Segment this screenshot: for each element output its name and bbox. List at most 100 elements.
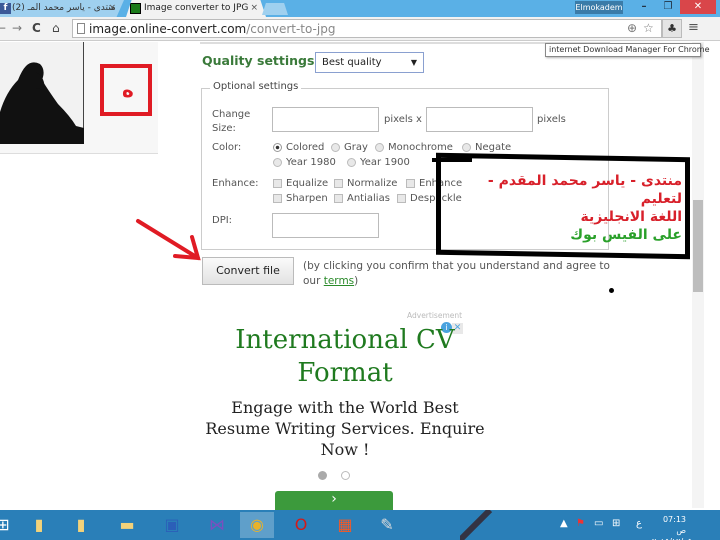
tab-close-icon[interactable]: × [250,0,258,17]
enhance-option-antialias[interactable]: Antialias [334,193,390,204]
windows-logo-icon[interactable]: ⊞ [612,518,620,529]
annotation-digit: ه [122,78,134,102]
title-bar: f منتدى - ياسر محمد المـ (2) × Image con… [0,0,720,17]
library-icon[interactable]: ▬ [110,512,144,538]
overlay-line-2: اللغة الانجليزية [580,209,683,225]
new-tab-button[interactable] [262,3,288,15]
checkbox[interactable] [406,179,415,188]
language-indicator[interactable]: ع [636,518,642,529]
enhance-option-normalize[interactable]: Normalize [334,178,397,189]
checkbox[interactable] [273,179,282,188]
quality-select[interactable]: Best quality ▼ [315,52,424,73]
checkbox[interactable] [334,194,343,203]
tab-image-converter[interactable]: Image converter to JPG × [126,0,266,17]
color-option-negate[interactable]: Negate [462,142,511,153]
color-label: Color: [212,142,242,153]
zoom-icon[interactable]: ⊕ [627,21,637,35]
page-icon [77,23,85,34]
tab-title: منتدى - ياسر محمد المـ (2) [12,3,116,13]
annotation-stroke-taskbar [460,510,493,540]
opera-icon[interactable]: O [284,512,318,538]
address-bar[interactable]: image.online-convert.com/convert-to-jpg … [72,19,662,38]
carousel-dot[interactable] [341,471,350,480]
tab-facebook-forum[interactable]: f منتدى - ياسر محمد المـ (2) × [0,0,124,17]
page-scrollbar[interactable] [692,42,704,508]
start-icon[interactable]: ⊞ [0,512,20,538]
color-option-gray[interactable]: Gray [331,142,368,153]
online-convert-icon [130,3,141,14]
radio[interactable] [273,158,282,167]
color-option-year-1980[interactable]: Year 1980 [273,157,336,168]
network-icon[interactable]: ▭ [594,518,603,529]
bookmark-star-icon[interactable]: ☆ [643,21,654,35]
facebook-icon: f [0,3,11,14]
screen: f منتدى - ياسر محمد المـ (2) × Image con… [0,0,720,540]
enhance-option-sharpen[interactable]: Sharpen [273,193,328,204]
advertisement-label: Advertisement [407,311,463,320]
clock-time: 07:13 ص [662,515,686,535]
scrollbar-thumb[interactable] [693,200,703,292]
image-preview-area: ه [0,42,158,154]
forward-icon[interactable]: → [12,21,22,35]
tray-chevron-icon[interactable]: ▲ [560,518,568,529]
idm-extension-icon[interactable]: ♣ [662,19,682,38]
back-icon[interactable]: ← [0,21,6,35]
color-option-colored[interactable]: Colored [273,142,324,153]
chrome-menu-icon[interactable]: ≡ [688,20,699,35]
chrome-icon[interactable]: ◉ [240,512,274,538]
carousel-dot-active[interactable] [318,471,327,480]
checkbox[interactable] [397,194,406,203]
radio[interactable] [331,143,340,152]
clock-date: ٢٠١٥/١٢/٠٥ [652,536,692,540]
enhance-label: Enhance: [212,178,259,189]
close-window-button[interactable]: ✕ [680,0,716,14]
enhance-option-equalize[interactable]: Equalize [273,178,328,189]
red-arrow-icon [136,219,201,261]
ad-body[interactable]: Engage with the World Best Resume Writin… [200,397,490,460]
convert-file-button[interactable]: Convert file [202,257,294,285]
arabic-overlay-text: منتدى - ياسر محمد المقدم - لتعليم اللغة … [450,172,682,244]
pixels-x-label: pixels x [384,114,422,125]
url-text[interactable]: image.online-convert.com/convert-to-jpg [89,21,335,37]
annotation-stroke [432,158,472,162]
width-input[interactable] [272,107,379,132]
chevron-down-icon: ▼ [410,58,417,67]
optional-settings-legend: Optional settings [210,81,302,92]
radio[interactable] [462,143,471,152]
minimize-button[interactable]: – [632,0,656,14]
action-center-flag-icon[interactable]: ⚑ [576,518,585,529]
color-option-monochrome[interactable]: Monochrome [375,142,453,153]
change-size-label: Change Size: [212,109,251,134]
radio-checked[interactable] [273,143,282,152]
checkbox[interactable] [273,194,282,203]
reload-icon[interactable]: C [32,21,41,35]
terms-link[interactable]: terms [324,275,354,287]
overlay-line-1: منتدى - ياسر محمد المقدم - لتعليم [487,173,682,207]
quality-select-value: Best quality [322,57,382,68]
file-explorer-icon[interactable]: ▮ [22,512,56,538]
file-explorer-icon-2[interactable]: ▮ [64,512,98,538]
computer-icon[interactable]: ▣ [155,512,189,538]
height-input[interactable] [426,107,533,132]
red-annotation-box: ه [100,64,152,116]
radio[interactable] [347,158,356,167]
home-icon[interactable]: ⌂ [52,21,60,35]
dpi-input[interactable] [272,213,379,238]
color-option-year-1900[interactable]: Year 1900 [347,157,410,168]
tab-title: Image converter to JPG [144,3,249,13]
windows-taskbar: ⊞ ▮ ▮ ▬ ▣ ⋈ ◉ O ▦ ✎ ▲ ⚑ ▭ ⊞ ع 07:13 ص ٢٠… [0,510,720,540]
paint-icon[interactable]: ✎ [370,512,404,538]
tab-close-icon[interactable]: × [108,0,116,17]
annotation-dot [609,288,614,293]
browser-toolbar: ← → C ⌂ image.online-convert.com/convert… [0,17,720,41]
maximize-button[interactable]: ❐ [656,0,680,14]
user-profile-badge[interactable]: Elmokadem [575,1,623,14]
terms-disclaimer: (by clicking you confirm that you unders… [303,260,610,287]
radio[interactable] [375,143,384,152]
apps-icon[interactable]: ▦ [328,512,362,538]
visual-studio-icon[interactable]: ⋈ [200,512,234,538]
ad-title[interactable]: International CV Format [200,324,490,390]
system-clock[interactable]: 07:13 ص ٢٠١٥/١٢/٠٥ [652,514,692,540]
checkbox[interactable] [334,179,343,188]
dpi-label: DPI: [212,215,233,226]
